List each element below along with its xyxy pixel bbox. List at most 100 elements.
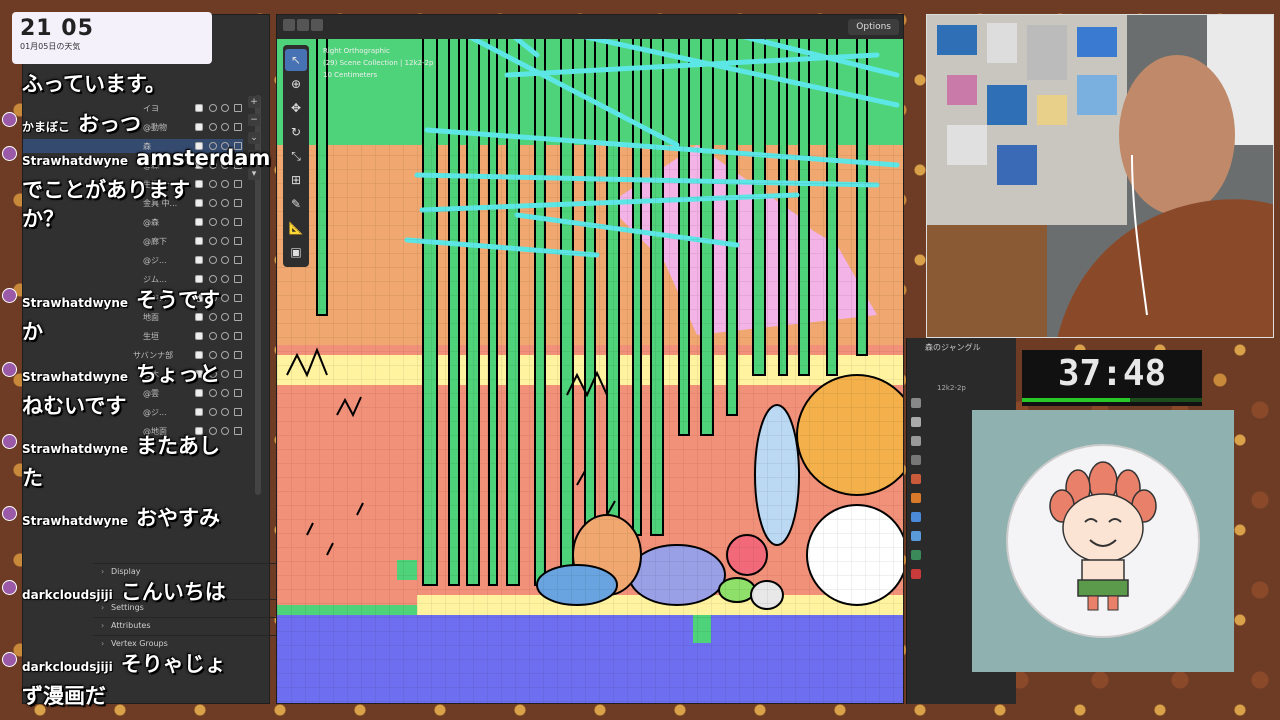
lock-icon[interactable]: [234, 256, 242, 264]
eye-icon[interactable]: [221, 237, 229, 245]
user-avatar-icon: [2, 434, 17, 449]
3d-viewport[interactable]: Options Right Orthographic (29) Scene Co…: [276, 14, 904, 704]
grid-overlay: [277, 145, 903, 703]
add-button[interactable]: +: [248, 96, 260, 108]
chat-message: Strawhatdwyne おやすみ: [0, 504, 230, 536]
select-icon[interactable]: ↖: [285, 49, 307, 71]
lock-icon[interactable]: [234, 180, 242, 188]
outliner-item-label: @廊下: [143, 236, 167, 246]
data-icon[interactable]: [911, 550, 921, 560]
webcam-feed: [926, 14, 1274, 338]
transform-icon[interactable]: ⊞: [285, 169, 307, 191]
lock-icon[interactable]: [234, 370, 242, 378]
camera-icon[interactable]: [195, 256, 203, 264]
annotate-icon[interactable]: ✎: [285, 193, 307, 215]
chat-username: Strawhatdwyne: [22, 296, 129, 310]
chat-message: Strawhatdwyne ちょっとねむいです: [0, 360, 230, 421]
lock-icon[interactable]: [234, 275, 242, 283]
eye-icon[interactable]: [221, 351, 229, 359]
camera-icon[interactable]: [195, 237, 203, 245]
user-avatar-icon: [2, 580, 17, 595]
pin-badge-image: [972, 410, 1234, 672]
modifier-icon[interactable]: [911, 512, 921, 522]
camera-icon[interactable]: [195, 275, 203, 283]
chat-message: かまぼこ おっつ: [0, 110, 230, 142]
cursor-icon[interactable]: ⊕: [285, 73, 307, 95]
user-avatar-icon: [2, 362, 17, 377]
options-button[interactable]: Options: [848, 19, 899, 35]
scale-icon[interactable]: ⤡: [285, 145, 307, 167]
add-cube-icon[interactable]: ▣: [285, 241, 307, 263]
properties-section-vertex-groups[interactable]: Vertex Groups: [93, 635, 283, 652]
drawing-canvas[interactable]: [277, 15, 904, 704]
lock-icon[interactable]: [234, 218, 242, 226]
timer-progress-fill: [1022, 398, 1130, 402]
monitor-icon[interactable]: [209, 351, 217, 359]
eye-icon[interactable]: [221, 256, 229, 264]
material-icon[interactable]: [911, 569, 921, 579]
render-icon[interactable]: [911, 417, 921, 427]
clock-widget: 21 05 01月05日の天気: [12, 12, 212, 64]
scene-icon[interactable]: [911, 474, 921, 484]
measure-icon[interactable]: 📐: [285, 217, 307, 239]
chevron-down-icon[interactable]: ⌄: [248, 132, 260, 144]
lock-icon[interactable]: [234, 313, 242, 321]
monitor-icon[interactable]: [209, 256, 217, 264]
outliner-item[interactable]: @廊下: [23, 234, 243, 248]
lock-icon[interactable]: [234, 123, 242, 131]
lock-icon[interactable]: [234, 351, 242, 359]
tool-icon[interactable]: [911, 398, 921, 408]
monitor-icon[interactable]: [209, 275, 217, 283]
eye-icon[interactable]: [221, 275, 229, 283]
chat-message: darkcloudsjiji こんいちは: [0, 578, 230, 610]
outliner-item[interactable]: ジム...: [23, 272, 243, 286]
skirt: [1077, 579, 1129, 597]
viewport-tools: [283, 19, 323, 31]
streamer-head: [1119, 55, 1235, 215]
object-icon[interactable]: [911, 493, 921, 503]
user-avatar-icon: [2, 146, 17, 161]
chat-message: Strawhatdwyne amsterdamでことがありますか？: [0, 144, 270, 234]
chat-text: おっつ: [78, 112, 142, 136]
select-extend-icon[interactable]: [297, 19, 309, 31]
view-layer-icon[interactable]: [911, 455, 921, 465]
outliner-item[interactable]: @ジ...: [23, 253, 243, 267]
chat-username: Strawhatdwyne: [22, 154, 129, 168]
user-avatar-icon: [2, 506, 17, 521]
output-icon[interactable]: [911, 436, 921, 446]
chat-text: おやすみ: [136, 506, 221, 530]
lock-icon[interactable]: [234, 389, 242, 397]
timer-progress: [1022, 398, 1202, 402]
outliner-item-label: サバンナ部: [133, 350, 174, 360]
properties-section-attributes[interactable]: Attributes: [93, 617, 283, 634]
select-subtract-icon[interactable]: [311, 19, 323, 31]
lock-icon[interactable]: [234, 332, 242, 340]
user-avatar-icon: [2, 112, 17, 127]
select-box-icon[interactable]: [283, 19, 295, 31]
lock-icon[interactable]: [234, 408, 242, 416]
chat-username: Strawhatdwyne: [22, 442, 129, 456]
chat-text: こんいちは: [120, 580, 226, 604]
chat-message: Strawhatdwyne そうですか: [0, 286, 230, 347]
scale-label: 10 Centimeters: [323, 71, 378, 79]
viewport-info: Right Orthographic (29) Scene Collection…: [323, 45, 433, 81]
particles-icon[interactable]: [911, 531, 921, 541]
lock-icon[interactable]: [234, 237, 242, 245]
lock-icon[interactable]: [234, 427, 242, 435]
remove-button[interactable]: −: [248, 114, 260, 126]
monitor-icon[interactable]: [209, 237, 217, 245]
lock-icon[interactable]: [234, 294, 242, 302]
outliner-item-label: ジム...: [143, 274, 167, 284]
face: [1062, 493, 1144, 563]
chat-username: Strawhatdwyne: [22, 370, 129, 384]
properties-tabs: [911, 398, 921, 588]
camera-icon[interactable]: [195, 351, 203, 359]
properties-section-display[interactable]: Display: [93, 563, 283, 580]
move-icon[interactable]: ✥: [285, 97, 307, 119]
rotate-icon[interactable]: ↻: [285, 121, 307, 143]
lock-icon[interactable]: [234, 104, 242, 112]
chat-text: ふっています。: [22, 72, 166, 96]
chat-message: ふっています。: [0, 70, 230, 99]
viewport-header: Options: [277, 15, 903, 39]
lock-icon[interactable]: [234, 199, 242, 207]
